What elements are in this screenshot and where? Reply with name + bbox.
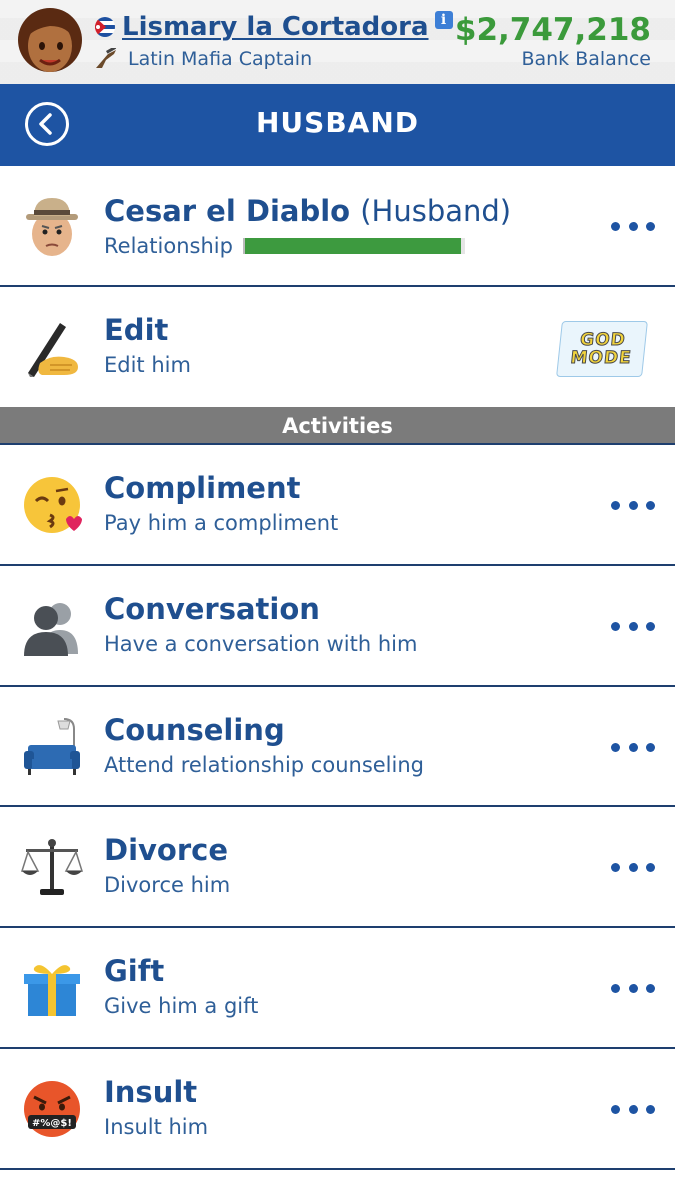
activity-text: Counseling Attend relationship counselin…	[104, 713, 424, 777]
more-options-icon[interactable]	[611, 861, 655, 873]
edit-text: Edit Edit him	[104, 313, 191, 377]
activity-sublabel: Have a conversation with him	[104, 632, 418, 656]
relationship-bar-fill	[244, 238, 461, 254]
more-options-icon[interactable]	[611, 499, 655, 511]
activity-row-counseling[interactable]: Counseling Attend relationship counselin…	[0, 687, 675, 807]
activity-row-compliment[interactable]: Compliment Pay him a compliment	[0, 445, 675, 566]
gift-icon	[24, 965, 80, 1016]
cuba-flag-icon	[95, 17, 115, 37]
player-title: Latin Mafia Captain	[128, 48, 313, 70]
spouse-relation: (Husband)	[360, 194, 512, 228]
activities-section-header: Activities	[0, 407, 675, 445]
edit-icon-wrap	[20, 315, 84, 379]
relationship-meter: Relationship	[104, 234, 511, 258]
couch-icon	[24, 718, 80, 775]
activity-row-partial[interactable]	[0, 1170, 675, 1200]
info-icon[interactable]: i	[434, 11, 453, 29]
edit-row[interactable]: Edit Edit him GOD MODE	[0, 287, 675, 407]
god-mode-line2: MODE	[569, 348, 633, 369]
activity-icon-wrap	[20, 594, 84, 658]
activity-sublabel: Insult him	[104, 1115, 209, 1139]
god-mode-badge[interactable]: GOD MODE	[556, 321, 648, 377]
activity-label: Conversation	[104, 592, 320, 626]
profile-header: Lismary la Cortadora i Latin Mafia Capta…	[0, 0, 675, 85]
activity-sublabel: Pay him a compliment	[104, 511, 339, 535]
activity-row-conversation[interactable]: Conversation Have a conversation with hi…	[0, 566, 675, 687]
activity-label: Counseling	[104, 713, 285, 747]
page-title: HUSBAND	[255, 106, 420, 139]
man-with-hat-avatar-icon	[26, 198, 78, 256]
activity-text: Gift Give him a gift	[104, 954, 258, 1018]
avatar[interactable]	[14, 6, 86, 78]
bank-balance-label: Bank Balance	[521, 48, 651, 70]
kissing-face-icon	[24, 477, 82, 533]
activity-icon-wrap	[20, 473, 84, 537]
more-options-icon[interactable]	[611, 620, 655, 632]
activity-sublabel: Give him a gift	[104, 994, 259, 1018]
scales-icon	[20, 839, 84, 895]
activity-label: Compliment	[104, 471, 301, 505]
activity-text: Divorce Divorce him	[104, 833, 230, 897]
activity-row-divorce[interactable]: Divorce Divorce him	[0, 807, 675, 928]
edit-label: Edit	[104, 313, 169, 347]
bank-balance-value: $2,747,218	[454, 12, 651, 48]
more-options-icon[interactable]	[611, 982, 655, 994]
activity-row-insult[interactable]: #%@$! Insult Insult him	[0, 1049, 675, 1170]
woman-avatar-icon	[18, 8, 82, 72]
player-title-row: Latin Mafia Captain	[94, 46, 312, 72]
activity-row-gift[interactable]: Gift Give him a gift	[0, 928, 675, 1049]
spouse-row[interactable]: Cesar el Diablo (Husband) Relationship	[0, 166, 675, 287]
relationship-label: Relationship	[104, 234, 233, 258]
activity-sublabel: Attend relationship counseling	[104, 753, 424, 777]
god-mode-line1: GOD	[579, 330, 628, 351]
relationship-bar	[242, 238, 465, 254]
player-name-link[interactable]: Lismary la Cortadora	[122, 12, 429, 42]
activity-text: Compliment Pay him a compliment	[104, 471, 338, 535]
activity-text: Conversation Have a conversation with hi…	[104, 592, 417, 656]
rifle-icon	[96, 48, 117, 68]
svg-text:#%@$!: #%@$!	[32, 1118, 72, 1129]
spouse-name-line: Cesar el Diablo (Husband)	[104, 194, 511, 228]
spouse-name: Cesar el Diablo	[104, 194, 351, 228]
activity-label: Gift	[104, 954, 165, 988]
activity-icon-wrap	[20, 956, 84, 1020]
navigation-bar: HUSBAND	[0, 84, 675, 166]
angry-face-icon: #%@$!	[24, 1081, 80, 1137]
spouse-avatar	[20, 194, 84, 258]
activity-text: Insult Insult him	[104, 1075, 208, 1139]
activity-label: Insult	[104, 1075, 198, 1109]
people-silhouette-icon	[24, 603, 78, 656]
activity-icon-wrap	[20, 715, 84, 779]
edit-sublabel: Edit him	[104, 353, 191, 377]
activity-icon-wrap	[20, 835, 84, 899]
more-options-icon[interactable]	[611, 1103, 655, 1115]
profile-name-row: Lismary la Cortadora i	[94, 10, 453, 44]
activity-icon-wrap: #%@$!	[20, 1077, 84, 1141]
writing-hand-icon	[28, 323, 78, 377]
more-options-icon[interactable]	[611, 220, 655, 232]
activity-sublabel: Divorce him	[104, 873, 231, 897]
more-options-icon[interactable]	[611, 741, 655, 753]
spouse-info: Cesar el Diablo (Husband) Relationship	[104, 194, 511, 258]
activity-label: Divorce	[104, 833, 229, 867]
